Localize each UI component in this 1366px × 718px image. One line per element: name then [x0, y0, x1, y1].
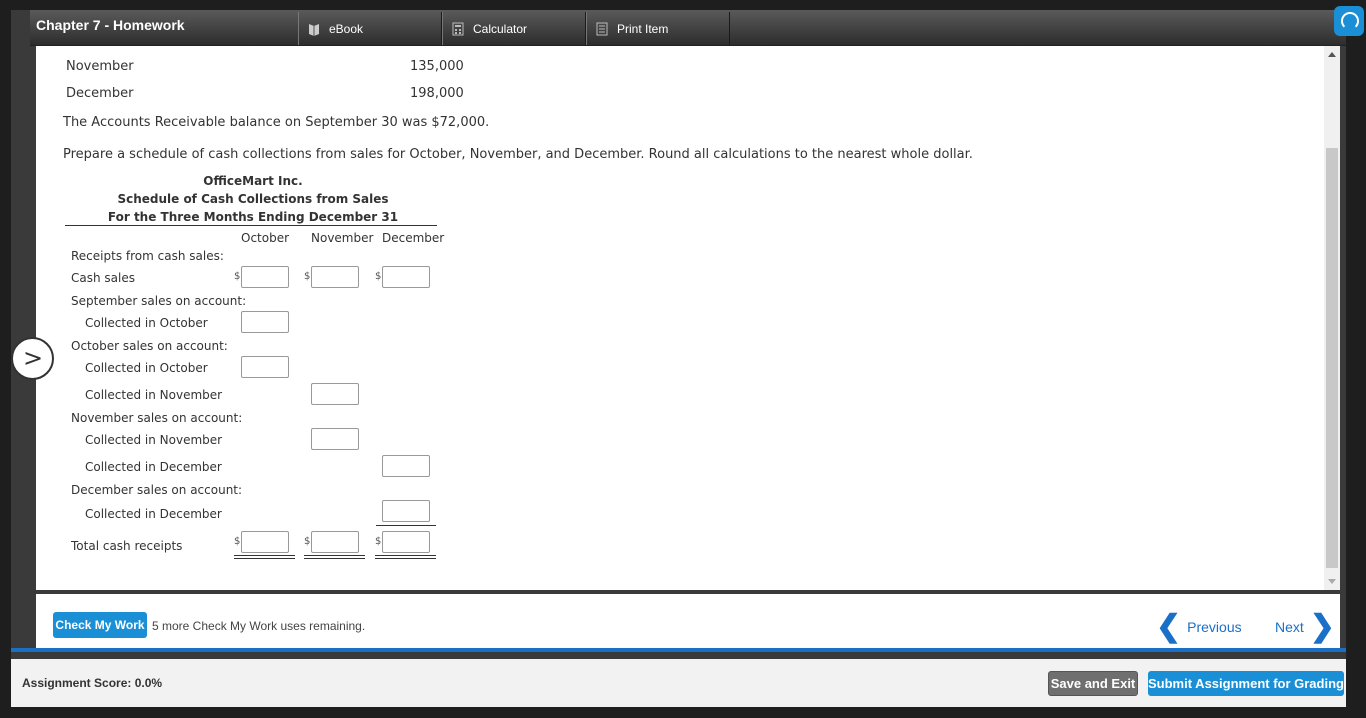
- total-november-input[interactable]: [311, 531, 359, 553]
- cash-sales-december-input[interactable]: [382, 266, 430, 288]
- tab-print-item[interactable]: Print Item: [586, 12, 730, 45]
- sep-collected-october-input[interactable]: [241, 311, 289, 333]
- sales-month-label: November: [66, 59, 134, 74]
- dollar-sign: $: [375, 536, 382, 547]
- row-label: Collected in November: [85, 433, 223, 447]
- divider-bar: [11, 648, 1346, 652]
- expand-panel-button[interactable]: >: [11, 337, 54, 380]
- book-icon: [309, 23, 319, 36]
- accounts-receivable-text: The Accounts Receivable balance on Septe…: [63, 115, 490, 130]
- double-underline: [234, 555, 295, 559]
- schedule-period: For the Three Months Ending December 31: [107, 210, 399, 224]
- previous-link[interactable]: ❮ Previous: [1156, 612, 1242, 642]
- assignment-score: Assignment Score: 0.0%: [22, 676, 163, 690]
- headset-help-icon[interactable]: [1334, 6, 1364, 36]
- cash-sales-november-input[interactable]: [311, 266, 359, 288]
- row-label-cash-sales: Cash sales: [71, 271, 135, 285]
- double-underline: [375, 555, 436, 559]
- column-header-october: October: [241, 231, 290, 245]
- instruction-text: Prepare a schedule of cash collections f…: [63, 147, 973, 162]
- chevron-right-icon: >: [23, 344, 44, 372]
- scroll-up-icon[interactable]: [1328, 52, 1336, 57]
- save-and-exit-button[interactable]: Save and Exit: [1048, 671, 1138, 696]
- dollar-sign: $: [304, 536, 311, 547]
- row-label: Collected in December: [85, 460, 222, 474]
- double-underline: [304, 555, 365, 559]
- top-toolbar: Chapter 7 - Homework eBook Calculator Pr…: [30, 10, 1346, 46]
- schedule-title: Schedule of Cash Collections from Sales: [117, 192, 389, 206]
- tab-print-label: Print Item: [617, 21, 669, 36]
- row-label: Collected in November: [85, 388, 223, 402]
- header-rule: [65, 225, 437, 226]
- sales-amount: 135,000: [410, 59, 464, 74]
- subtotal-rule: [376, 525, 436, 526]
- total-december-input[interactable]: [382, 531, 430, 553]
- assignment-title: Chapter 7 - Homework: [36, 17, 185, 33]
- calculator-icon: [452, 22, 464, 35]
- company-name: OfficeMart Inc.: [203, 174, 303, 188]
- previous-label: Previous: [1187, 619, 1242, 635]
- submit-assignment-button[interactable]: Submit Assignment for Grading: [1148, 671, 1344, 696]
- dollar-sign: $: [304, 271, 311, 282]
- total-october-input[interactable]: [241, 531, 289, 553]
- chevron-left-icon: ❮: [1156, 610, 1182, 643]
- oct-collected-october-input[interactable]: [241, 356, 289, 378]
- row-label: Collected in December: [85, 507, 222, 521]
- row-label: October sales on account:: [71, 339, 228, 353]
- row-label: December sales on account:: [71, 483, 243, 497]
- tab-calculator[interactable]: Calculator: [442, 12, 586, 45]
- scroll-down-icon[interactable]: [1328, 579, 1336, 584]
- column-header-december: December: [382, 231, 445, 245]
- dollar-sign: $: [234, 271, 241, 282]
- nov-collected-december-input[interactable]: [382, 455, 430, 477]
- next-link[interactable]: Next ❯: [1275, 612, 1335, 642]
- question-content: November 135,000 December 198,000 The Ac…: [36, 46, 1324, 590]
- oct-collected-november-input[interactable]: [311, 383, 359, 405]
- dollar-sign: $: [234, 536, 241, 547]
- sales-month-label: December: [66, 86, 134, 101]
- next-label: Next: [1275, 619, 1304, 635]
- tab-calculator-label: Calculator: [473, 21, 528, 36]
- dec-collected-december-input[interactable]: [382, 500, 430, 522]
- question-footer: Check My Work 5 more Check My Work uses …: [36, 594, 1340, 648]
- row-label: September sales on account:: [71, 294, 247, 308]
- check-uses-remaining: 5 more Check My Work uses remaining.: [152, 619, 366, 633]
- bottom-bar: Assignment Score: 0.0% Save and Exit Sub…: [11, 659, 1346, 707]
- column-header-november: November: [311, 231, 374, 245]
- nov-collected-november-input[interactable]: [311, 428, 359, 450]
- chevron-right-icon: ❯: [1309, 610, 1335, 643]
- dollar-sign: $: [375, 271, 382, 282]
- check-my-work-button[interactable]: Check My Work: [53, 612, 147, 638]
- tab-ebook-label: eBook: [329, 21, 364, 36]
- row-label: Collected in October: [85, 361, 208, 375]
- print-icon: [596, 22, 608, 35]
- content-scrollbar[interactable]: [1324, 46, 1340, 590]
- row-label: Receipts from cash sales:: [71, 249, 224, 263]
- row-label: November sales on account:: [71, 411, 243, 425]
- sales-amount: 198,000: [410, 86, 464, 101]
- row-label-total: Total cash receipts: [71, 539, 183, 553]
- tab-ebook[interactable]: eBook: [298, 12, 442, 45]
- scroll-thumb[interactable]: [1326, 148, 1338, 568]
- row-label: Collected in October: [85, 316, 208, 330]
- cash-sales-october-input[interactable]: [241, 266, 289, 288]
